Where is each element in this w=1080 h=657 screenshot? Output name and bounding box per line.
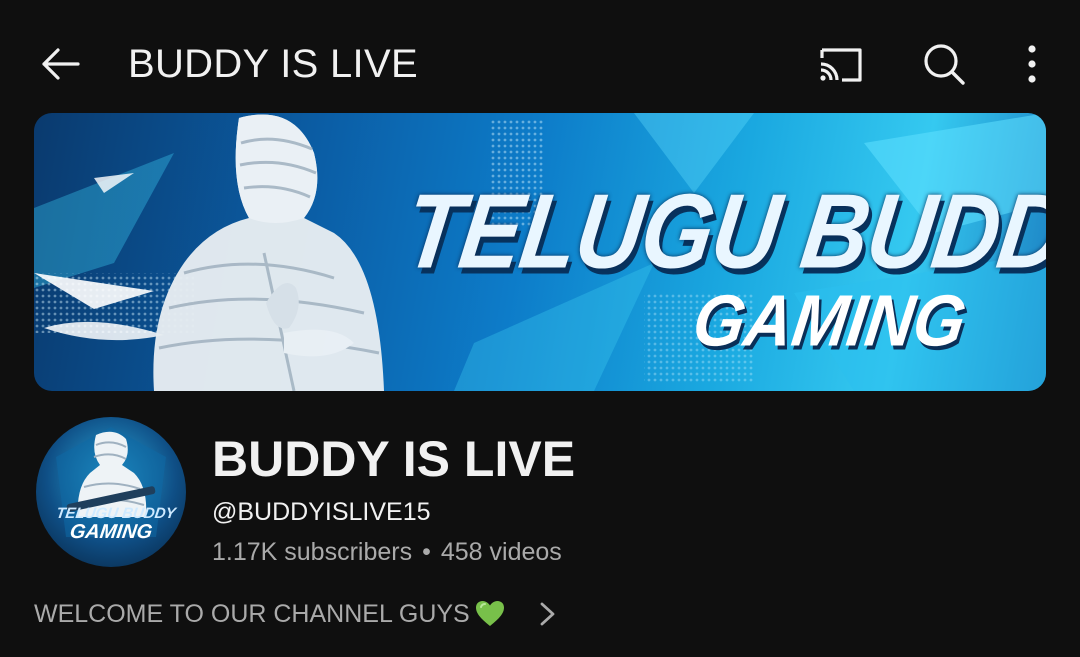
page-title: BUDDY IS LIVE (128, 42, 418, 86)
arrow-left-icon (42, 48, 80, 80)
banner-subtitle: GAMING (688, 279, 972, 361)
banner-title: TELUGU BUDDY (397, 173, 1046, 291)
channel-description: WELCOME TO OUR CHANNEL GUYS (34, 600, 470, 628)
channel-stats: 1.17K subscribers • 458 videos (212, 536, 562, 568)
search-icon (924, 44, 965, 85)
cast-button[interactable] (812, 38, 868, 90)
avatar-artwork (56, 427, 166, 537)
channel-name: BUDDY IS LIVE (212, 431, 576, 487)
channel-banner[interactable]: TELUGU BUDDY GAMING (34, 113, 1046, 391)
more-options-button[interactable] (1010, 38, 1054, 90)
back-button[interactable] (36, 40, 84, 88)
avatar-title: TELUGU BUDDY (55, 505, 177, 522)
top-app-bar: BUDDY IS LIVE (0, 0, 1080, 112)
green-heart-icon (476, 601, 504, 626)
channel-avatar[interactable]: TELUGU BUDDY GAMING (36, 417, 186, 567)
stats-separator: • (422, 538, 431, 566)
cast-icon (820, 48, 862, 82)
chevron-right-icon (540, 602, 555, 626)
video-count: 458 videos (440, 538, 562, 566)
more-vertical-icon (1028, 45, 1036, 83)
subscriber-count: 1.17K subscribers (212, 538, 413, 566)
channel-description-link[interactable]: WELCOME TO OUR CHANNEL GUYS (34, 592, 574, 636)
channel-handle: @BUDDYISLIVE15 (212, 498, 431, 526)
avatar-subtitle: GAMING (68, 521, 154, 543)
search-button[interactable] (916, 38, 972, 90)
